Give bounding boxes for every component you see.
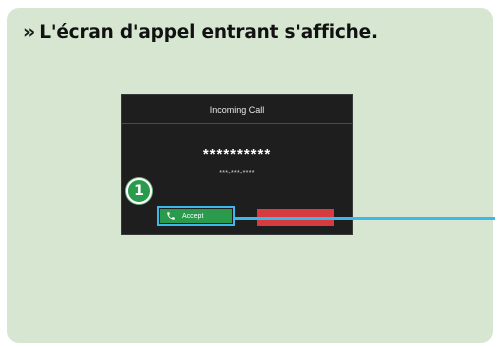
incoming-call-screen: Incoming Call ********** ***-***-**** Ac… xyxy=(121,94,353,235)
accept-label: Accept xyxy=(182,212,204,220)
caller-number: ***-***-**** xyxy=(219,170,255,177)
accept-highlight: Accept xyxy=(157,206,235,226)
phone-icon xyxy=(167,212,175,220)
chevron-icon: » xyxy=(23,20,36,43)
step-number: 1 xyxy=(134,183,144,199)
heading-text: L'écran d'appel entrant s'affiche. xyxy=(39,21,378,43)
step-number-badge: 1 xyxy=(126,178,152,204)
accept-button[interactable]: Accept xyxy=(160,209,232,223)
screen-title: Incoming Call xyxy=(209,105,265,115)
step-heading: » L'écran d'appel entrant s'affiche. xyxy=(23,20,378,44)
title-divider xyxy=(122,123,352,124)
caller-name: ********** xyxy=(202,146,272,163)
callout-leader-line xyxy=(233,217,495,220)
